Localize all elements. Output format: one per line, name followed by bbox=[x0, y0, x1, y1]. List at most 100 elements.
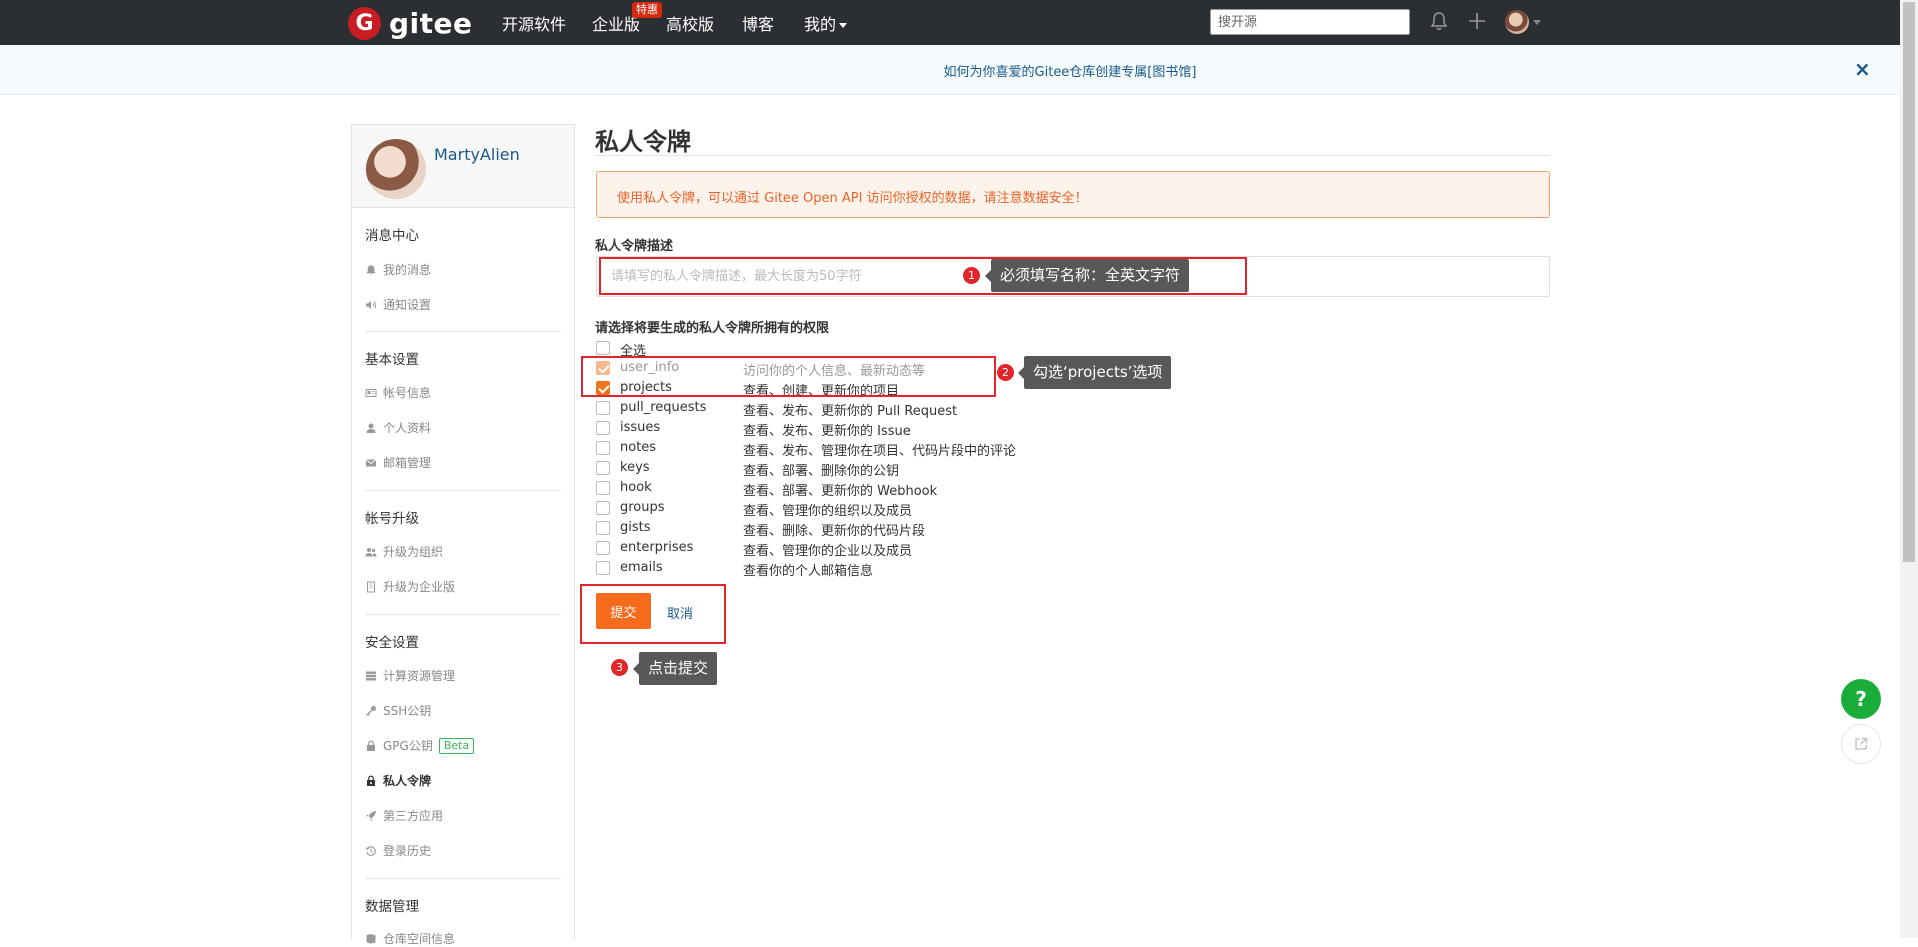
bell-icon[interactable] bbox=[1428, 10, 1450, 32]
close-icon[interactable]: × bbox=[1854, 57, 1871, 81]
permission-name: enterprises bbox=[620, 540, 694, 555]
section-title-security: 安全设置 bbox=[365, 635, 419, 651]
sidebar-item-personal-tokens[interactable]: 私人令牌 bbox=[365, 772, 431, 789]
annotation-number-1: 1 bbox=[963, 267, 980, 284]
sidebar-item-label: SSH公钥 bbox=[383, 704, 432, 718]
permission-name: notes bbox=[620, 440, 657, 455]
sidebar-divider bbox=[365, 331, 561, 332]
announcement-link[interactable]: 如何为你喜爱的Gitee仓库创建专属[图书馆] bbox=[0, 61, 1918, 80]
permission-row-gists[interactable]: gists 查看、删除、更新你的代码片段 bbox=[596, 518, 925, 539]
search-input[interactable] bbox=[1210, 9, 1410, 35]
section-title-upgrade: 帐号升级 bbox=[365, 511, 419, 527]
permission-checkbox[interactable] bbox=[596, 421, 610, 435]
sidebar-divider bbox=[365, 878, 561, 879]
user-avatar-menu[interactable] bbox=[1505, 10, 1529, 34]
permission-desc: 查看、发布、更新你的 Issue bbox=[743, 424, 911, 439]
permission-desc: 查看、部署、删除你的公钥 bbox=[743, 464, 900, 479]
sidebar-divider bbox=[365, 614, 561, 615]
permission-row-notes[interactable]: notes 查看、发布、管理你在项目、代码片段中的评论 bbox=[596, 438, 1016, 459]
bell-icon bbox=[366, 264, 376, 274]
gitee-logo[interactable]: G gitee bbox=[348, 6, 473, 40]
nav-mine-dropdown[interactable]: 我的 bbox=[804, 11, 848, 35]
annotation-callout-3: 点击提交 bbox=[632, 652, 718, 685]
annotation-box-permissions bbox=[581, 356, 996, 397]
profile-card: MartyAlien bbox=[352, 125, 574, 208]
permission-name: gists bbox=[620, 520, 651, 535]
nav-mine-label: 我的 bbox=[804, 15, 837, 34]
section-title-data: 数据管理 bbox=[365, 899, 419, 915]
permission-checkbox[interactable] bbox=[596, 401, 610, 415]
sidebar-item-email-management[interactable]: 邮箱管理 bbox=[365, 454, 431, 471]
external-link-icon bbox=[1855, 737, 1868, 750]
permission-name: emails bbox=[620, 560, 663, 575]
nav-education[interactable]: 高校版 bbox=[666, 11, 714, 35]
sidebar-item-label: 通知设置 bbox=[383, 298, 432, 312]
sidebar-item-gpg-keys[interactable]: GPG公钥 Beta bbox=[365, 737, 475, 754]
lock-keyhole-icon bbox=[367, 775, 375, 786]
server-icon bbox=[366, 671, 376, 680]
permission-row-keys[interactable]: keys 查看、部署、删除你的公钥 bbox=[596, 458, 899, 479]
permission-desc: 查看、管理你的组织以及成员 bbox=[743, 504, 913, 519]
annotation-box-submit bbox=[580, 584, 726, 644]
sidebar-item-compute-resources[interactable]: 计算资源管理 bbox=[365, 667, 455, 684]
sidebar-item-upgrade-org[interactable]: 升级为组织 bbox=[365, 543, 443, 560]
history-icon bbox=[365, 845, 376, 856]
permission-checkbox[interactable] bbox=[596, 521, 610, 535]
sidebar-item-notification-settings[interactable]: 通知设置 bbox=[365, 296, 431, 313]
top-navbar: G gitee 开源软件 企业版 特惠 高校版 博客 我的 bbox=[0, 0, 1900, 45]
question-mark-icon: ? bbox=[1855, 687, 1867, 711]
volume-icon bbox=[366, 300, 377, 309]
permission-checkbox[interactable] bbox=[596, 441, 610, 455]
permission-desc: 查看你的个人邮箱信息 bbox=[743, 564, 874, 579]
plus-icon[interactable] bbox=[1466, 10, 1488, 32]
help-button[interactable]: ? bbox=[1841, 679, 1881, 719]
select-all-row[interactable]: 全选 bbox=[596, 338, 646, 359]
sidebar-item-label: 升级为组织 bbox=[383, 545, 444, 559]
user-icon bbox=[366, 423, 376, 433]
permission-row-emails[interactable]: emails 查看你的个人邮箱信息 bbox=[596, 558, 873, 579]
sidebar-item-label: 仓库空间信息 bbox=[383, 932, 456, 946]
permission-checkbox[interactable] bbox=[596, 501, 610, 515]
section-title-basic: 基本设置 bbox=[365, 352, 419, 368]
profile-username[interactable]: MartyAlien bbox=[434, 145, 520, 164]
permission-desc: 查看、管理你的企业以及成员 bbox=[743, 544, 913, 559]
permission-checkbox[interactable] bbox=[596, 481, 610, 495]
page-scrollbar[interactable] bbox=[1900, 0, 1918, 938]
permission-name: hook bbox=[620, 480, 652, 495]
avatar[interactable] bbox=[366, 139, 426, 199]
permission-row-issues[interactable]: issues 查看、发布、更新你的 Issue bbox=[596, 418, 911, 439]
permission-row-groups[interactable]: groups 查看、管理你的组织以及成员 bbox=[596, 498, 912, 519]
building-icon bbox=[367, 581, 375, 592]
sidebar-item-third-party-apps[interactable]: 第三方应用 bbox=[365, 807, 443, 824]
permission-name: groups bbox=[620, 500, 665, 515]
sidebar-item-ssh-keys[interactable]: SSH公钥 bbox=[365, 702, 431, 719]
nav-blog[interactable]: 博客 bbox=[742, 11, 774, 35]
rocket-icon bbox=[366, 810, 376, 821]
sidebar-item-label: 帐号信息 bbox=[383, 386, 432, 400]
permission-row-pull-requests[interactable]: pull_requests 查看、发布、更新你的 Pull Request bbox=[596, 398, 957, 419]
enterprise-promo-badge: 特惠 bbox=[632, 2, 662, 18]
permission-name: keys bbox=[620, 460, 650, 475]
sidebar-item-profile[interactable]: 个人资料 bbox=[365, 419, 431, 436]
page-title: 私人令牌 bbox=[595, 128, 691, 156]
permission-checkbox[interactable] bbox=[596, 561, 610, 575]
sidebar-item-upgrade-enterprise[interactable]: 升级为企业版 bbox=[365, 578, 455, 595]
sidebar-item-login-history[interactable]: 登录历史 bbox=[365, 842, 431, 859]
sidebar-item-my-messages[interactable]: 我的消息 bbox=[365, 261, 431, 278]
sidebar-item-repo-space[interactable]: 仓库空间信息 bbox=[365, 930, 455, 947]
permission-checkbox[interactable] bbox=[596, 541, 610, 555]
scrollbar-thumb[interactable] bbox=[1903, 2, 1915, 562]
sidebar-item-label: 登录历史 bbox=[383, 844, 432, 858]
sidebar-item-account-info[interactable]: 帐号信息 bbox=[365, 384, 431, 401]
title-divider bbox=[595, 155, 1550, 156]
gitee-logo-icon: G bbox=[348, 6, 381, 40]
nav-open-source[interactable]: 开源软件 bbox=[502, 11, 566, 35]
permission-row-enterprises[interactable]: enterprises 查看、管理你的企业以及成员 bbox=[596, 538, 912, 559]
permission-desc: 查看、发布、更新你的 Pull Request bbox=[743, 404, 958, 419]
feedback-button[interactable] bbox=[1841, 724, 1881, 764]
select-all-checkbox[interactable] bbox=[596, 341, 610, 355]
permission-row-hook[interactable]: hook 查看、部署、更新你的 Webhook bbox=[596, 478, 937, 499]
permission-checkbox[interactable] bbox=[596, 461, 610, 475]
database-icon bbox=[366, 933, 376, 943]
permission-desc: 查看、发布、管理你在项目、代码片段中的评论 bbox=[743, 444, 1017, 459]
